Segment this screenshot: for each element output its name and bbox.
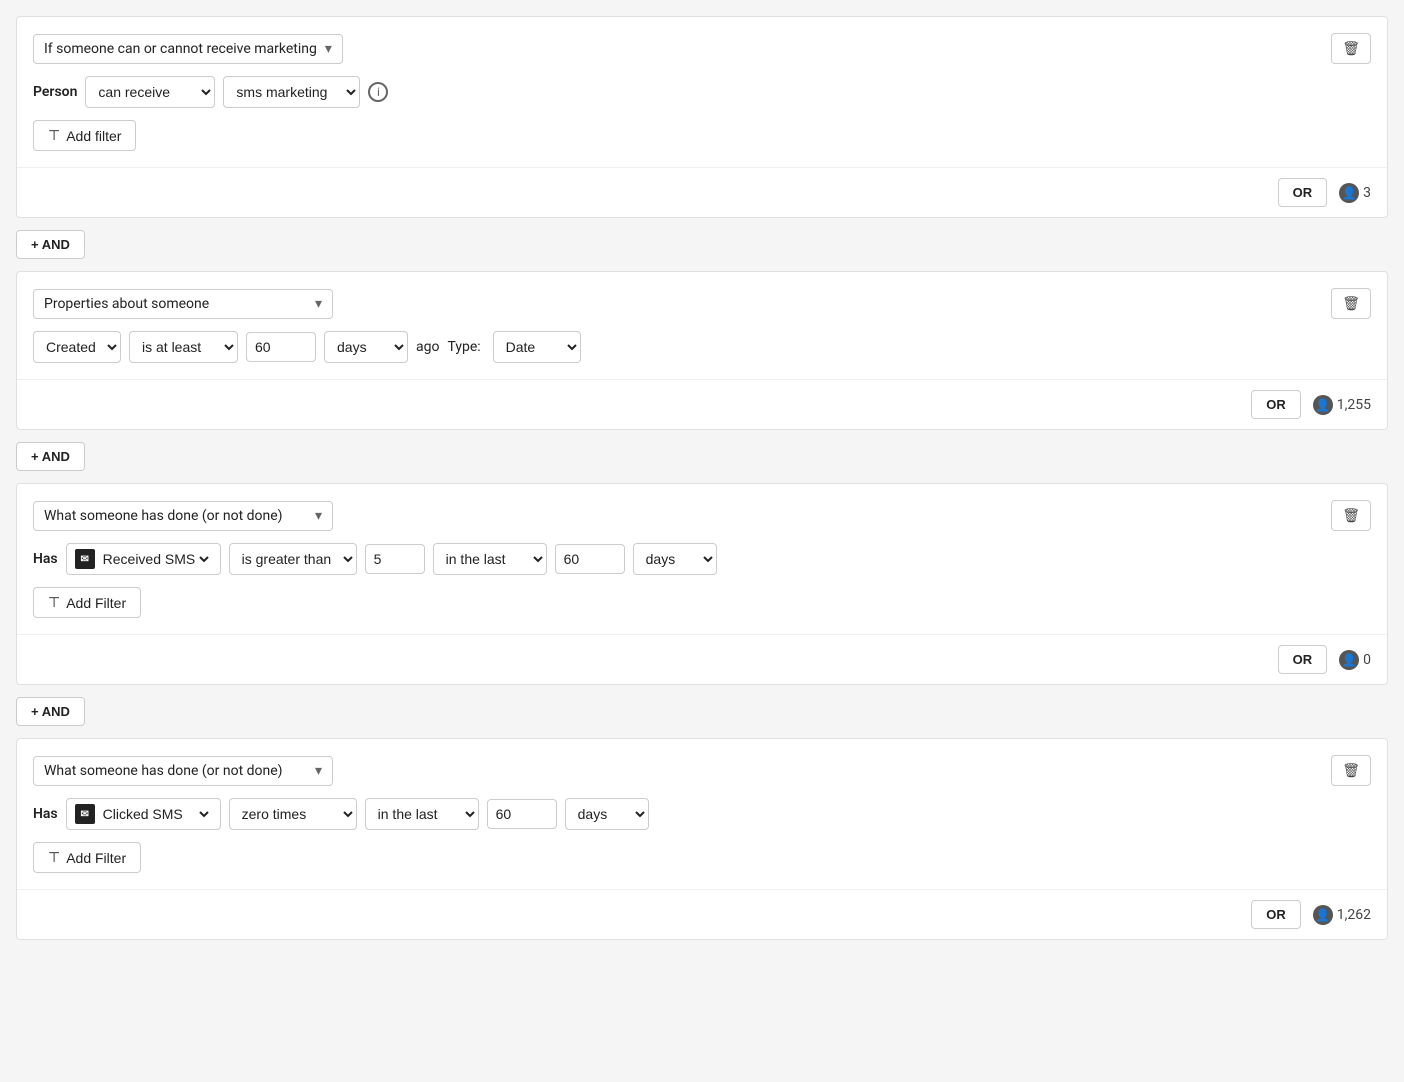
and-button-3[interactable]: + AND (16, 697, 85, 726)
number-input-3[interactable] (365, 544, 425, 574)
filter-type-label-1: If someone can or cannot receive marketi… (44, 41, 317, 57)
and-button-2[interactable]: + AND (16, 442, 85, 471)
filter-type-dropdown-3[interactable]: What someone has done (or not done) ▾ (33, 501, 333, 531)
filter-type-dropdown-4[interactable]: What someone has done (or not done) ▾ (33, 756, 333, 786)
has-label-4: Has (33, 806, 58, 822)
timeframe-select-4[interactable]: in the last over all time before (365, 798, 479, 830)
person-icon-3: 👤 (1339, 650, 1359, 670)
days-input-4[interactable] (487, 799, 557, 829)
count-badge-4: 👤 1,262 (1313, 905, 1371, 925)
event-select-wrapper-4[interactable]: ✉ Clicked SMS Received SMS Opened Email (66, 798, 221, 830)
delete-button-3[interactable]: 🗑 (1331, 500, 1371, 531)
filter-block-3: What someone has done (or not done) ▾ 🗑 … (16, 483, 1388, 685)
filter-type-dropdown-2[interactable]: Properties about someone ▾ (33, 289, 333, 319)
filter-type-label-4: What someone has done (or not done) (44, 763, 283, 779)
add-filter-label-3: Add Filter (66, 595, 126, 611)
filter-icon-4: ⊤ (48, 849, 60, 866)
event-select-wrapper-3[interactable]: ✉ Received SMS Clicked SMS Opened Email (66, 543, 221, 575)
has-label-3: Has (33, 551, 58, 567)
count-value-2: 1,255 (1337, 397, 1371, 413)
filter-icon-3: ⊤ (48, 594, 60, 611)
or-button-3[interactable]: OR (1278, 645, 1328, 674)
is-at-least-select[interactable]: is at least is less than is equal to (129, 331, 238, 363)
add-filter-label-1: Add filter (66, 128, 121, 144)
days-number-input-2[interactable] (246, 332, 316, 362)
count-value-3: 0 (1363, 652, 1371, 668)
count-badge-3: 👤 0 (1339, 650, 1371, 670)
ago-label: ago (416, 339, 439, 355)
info-icon[interactable]: i (368, 82, 388, 102)
filter-footer-4: OR 👤 1,262 (17, 889, 1387, 939)
count-badge-1: 👤 3 (1339, 183, 1371, 203)
filter-conditions-row-4: Has ✉ Clicked SMS Received SMS Opened Em… (33, 798, 1371, 830)
add-filter-button-4[interactable]: ⊤ Add Filter (33, 842, 141, 873)
property-select[interactable]: Created Email Phone (33, 331, 121, 363)
filter-conditions-row-1: Person can receive cannot receive sms ma… (33, 76, 1371, 108)
days-input-3[interactable] (555, 544, 625, 574)
or-button-1[interactable]: OR (1278, 178, 1328, 207)
condition-select-3[interactable]: is greater than is less than zero times … (229, 543, 357, 575)
person-icon-2: 👤 (1313, 395, 1333, 415)
delete-button-4[interactable]: 🗑 (1331, 755, 1371, 786)
filter-block-2: Properties about someone ▾ 🗑 Created Ema… (16, 271, 1388, 430)
filter-type-label-3: What someone has done (or not done) (44, 508, 283, 524)
can-receive-select[interactable]: can receive cannot receive (85, 76, 215, 108)
filter-footer-1: OR 👤 3 (17, 167, 1387, 217)
chevron-down-icon-2: ▾ (315, 296, 322, 312)
count-value-4: 1,262 (1337, 907, 1371, 923)
person-icon-1: 👤 (1339, 183, 1359, 203)
event-select-3[interactable]: Received SMS Clicked SMS Opened Email (99, 550, 212, 568)
person-label: Person (33, 84, 77, 100)
type-prefix: Type: (447, 339, 480, 355)
filter-conditions-row-3: Has ✉ Received SMS Clicked SMS Opened Em… (33, 543, 1371, 575)
event-select-4[interactable]: Clicked SMS Received SMS Opened Email (99, 805, 212, 823)
add-filter-button-3[interactable]: ⊤ Add Filter (33, 587, 141, 618)
filter-footer-3: OR 👤 0 (17, 634, 1387, 684)
sms-icon-3: ✉ (75, 549, 95, 569)
sms-icon-4: ✉ (75, 804, 95, 824)
or-button-4[interactable]: OR (1251, 900, 1301, 929)
chevron-down-icon-4: ▾ (315, 763, 322, 779)
filter-type-label-2: Properties about someone (44, 296, 209, 312)
timeframe-select-3[interactable]: in the last over all time before (433, 543, 547, 575)
add-filter-label-4: Add Filter (66, 850, 126, 866)
filter-block-1: If someone can or cannot receive marketi… (16, 16, 1388, 218)
person-icon-4: 👤 (1313, 905, 1333, 925)
unit-select-4[interactable]: days weeks months (565, 798, 649, 830)
chevron-down-icon-3: ▾ (315, 508, 322, 524)
count-value-1: 3 (1363, 185, 1371, 201)
type-select[interactable]: Date Number (493, 331, 581, 363)
filter-conditions-row-2: Created Email Phone is at least is less … (33, 331, 1371, 363)
unit-select-2[interactable]: days weeks months (324, 331, 408, 363)
delete-button-2[interactable]: 🗑 (1331, 288, 1371, 319)
filter-footer-2: OR 👤 1,255 (17, 379, 1387, 429)
delete-button-1[interactable]: 🗑 (1331, 33, 1371, 64)
filter-block-4: What someone has done (or not done) ▾ 🗑 … (16, 738, 1388, 940)
or-button-2[interactable]: OR (1251, 390, 1301, 419)
add-filter-button-1[interactable]: ⊤ Add filter (33, 120, 136, 151)
unit-select-3[interactable]: days weeks months (633, 543, 717, 575)
filter-type-dropdown-1[interactable]: If someone can or cannot receive marketi… (33, 34, 343, 64)
condition-select-4[interactable]: zero times is greater than at least once (229, 798, 357, 830)
sms-marketing-select[interactable]: sms marketing email marketing (223, 76, 360, 108)
count-badge-2: 👤 1,255 (1313, 395, 1371, 415)
chevron-down-icon: ▾ (325, 41, 332, 57)
filter-icon: ⊤ (48, 127, 60, 144)
and-button-1[interactable]: + AND (16, 230, 85, 259)
